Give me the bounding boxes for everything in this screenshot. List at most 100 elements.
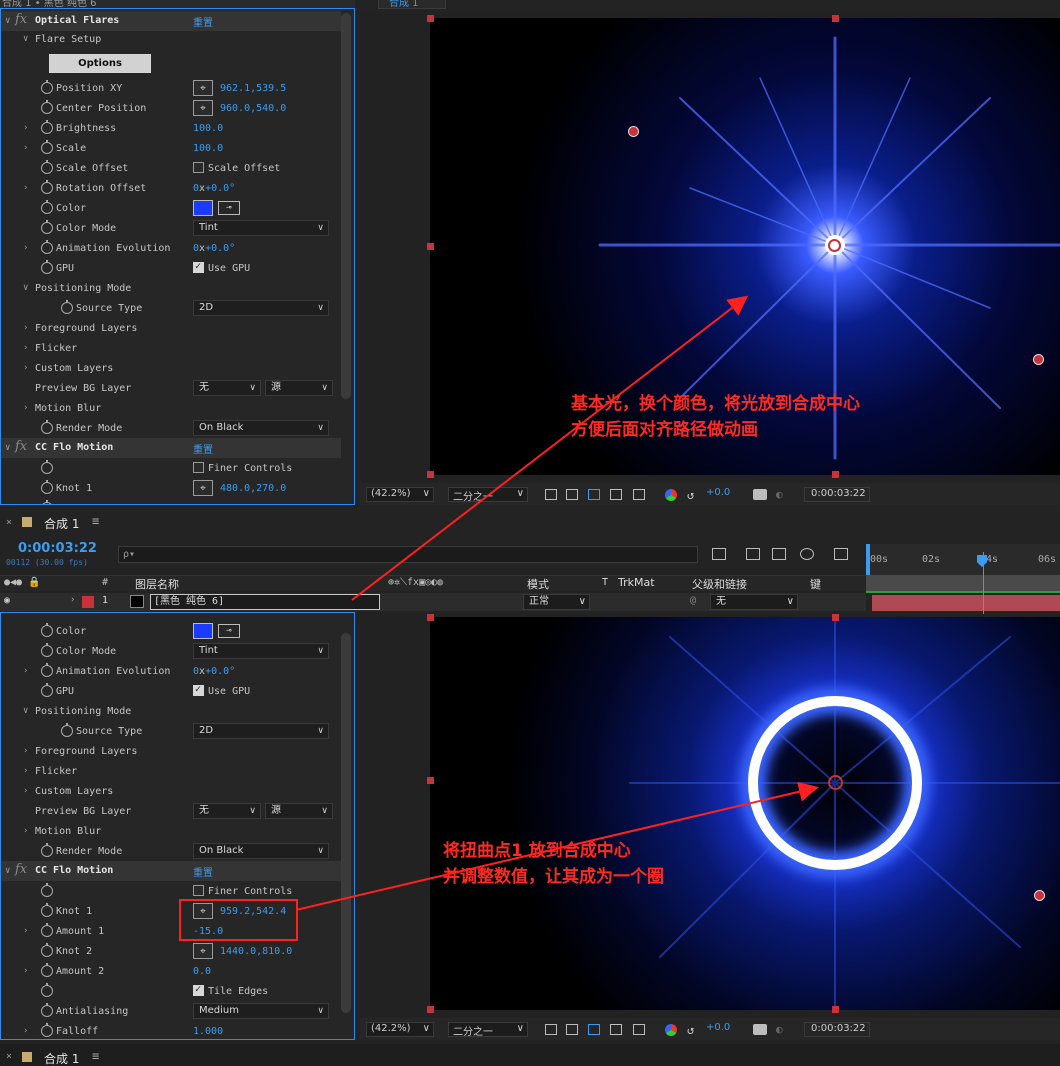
property-row-render-mode[interactable]: Render Mode On Black ∨ <box>1 418 341 438</box>
current-time-display[interactable]: 0:00:03:22 <box>804 487 870 502</box>
fx-icon[interactable]: fx <box>15 12 27 27</box>
chevron-down-icon[interactable]: ∨ <box>5 16 10 26</box>
property-row-gpu[interactable]: GPU Use GPU <box>1 681 341 701</box>
crosshair-icon[interactable]: ⌖ <box>193 100 213 116</box>
property-row-position-xy[interactable]: Position XY ⌖ 962.1,539.5 <box>1 78 341 98</box>
color-swatch[interactable] <box>193 200 213 216</box>
layer-handle[interactable] <box>832 614 839 621</box>
property-value[interactable]: 100.0 <box>193 123 223 134</box>
property-row-source-type[interactable]: Source Type 2D ∨ <box>1 721 341 741</box>
stopwatch-icon[interactable] <box>41 140 53 154</box>
playhead[interactable] <box>977 555 987 567</box>
crosshair-icon[interactable]: ⌖ <box>193 943 213 959</box>
menu-icon[interactable]: ≡ <box>92 1049 99 1063</box>
knot-crosshair-icon[interactable] <box>828 775 843 790</box>
col-layer-name[interactable]: 图层名称 <box>135 576 179 592</box>
property-value[interactable]: 0x+0.0° <box>193 183 235 194</box>
crosshair-icon[interactable]: ⌖ <box>193 480 213 496</box>
stopwatch-icon[interactable] <box>41 843 53 857</box>
channel-icon[interactable] <box>665 1024 677 1036</box>
stopwatch-icon[interactable] <box>41 220 53 234</box>
property-row-motion-blur[interactable]: › Motion Blur <box>1 398 341 418</box>
color-swatch[interactable] <box>193 623 213 639</box>
reset-link[interactable]: 重置 <box>193 864 213 879</box>
property-row-flicker[interactable]: › Flicker <box>1 338 341 358</box>
property-row-source-type[interactable]: Source Type 2D ∨ <box>1 298 341 318</box>
stopwatch-icon[interactable] <box>61 723 73 737</box>
chevron-right-icon[interactable]: › <box>23 143 31 153</box>
property-dropdown[interactable]: Tint ∨ <box>193 643 329 659</box>
eye-icon[interactable]: ◉ <box>4 595 10 606</box>
composition-canvas[interactable]: 将扭曲点1 放到合成中心 并调整数值，让其成为一个圈 <box>430 617 1060 1010</box>
chevron-down-icon[interactable]: ∨ <box>23 706 31 716</box>
shy-layers-icon[interactable] <box>772 548 786 560</box>
property-value[interactable]: 0.0 <box>193 966 211 977</box>
grid-icon[interactable] <box>545 1024 557 1035</box>
layer-handle[interactable] <box>832 15 839 22</box>
show-snapshot-icon[interactable]: ◐ <box>776 1023 783 1036</box>
stopwatch-icon[interactable] <box>41 1023 53 1037</box>
zoom-dropdown[interactable]: (42.2%) ∨ <box>366 1022 434 1037</box>
chevron-right-icon[interactable]: › <box>23 766 31 776</box>
stopwatch-icon[interactable] <box>41 480 53 494</box>
work-area-bar[interactable] <box>866 575 1060 591</box>
layer-handle[interactable] <box>427 243 434 250</box>
chevron-right-icon[interactable]: › <box>23 343 31 353</box>
property-dropdown[interactable]: Medium ∨ <box>193 1003 329 1019</box>
property-row-preview-bg-layer[interactable]: Preview BG Layer 无 ∨ 源 ∨ <box>1 801 341 821</box>
stopwatch-icon[interactable] <box>41 663 53 677</box>
chevron-down-icon[interactable]: ∨ <box>5 443 10 453</box>
region-icon[interactable] <box>610 1024 622 1035</box>
property-row-antialiasing[interactable]: Antialiasing Medium ∨ <box>1 1001 341 1021</box>
camera-snapshot-icon[interactable] <box>753 489 767 500</box>
stopwatch-icon[interactable] <box>41 180 53 194</box>
checkbox[interactable] <box>193 261 204 273</box>
mask-icon[interactable] <box>588 1024 600 1035</box>
property-row-foreground-layers[interactable]: › Foreground Layers <box>1 318 341 338</box>
checkbox[interactable] <box>193 984 204 996</box>
reset-link[interactable]: 重置 <box>193 14 213 29</box>
safe-area-icon[interactable] <box>633 489 645 500</box>
knot-marker-icon[interactable] <box>628 126 639 137</box>
property-row-motion-blur[interactable]: › Motion Blur <box>1 821 341 841</box>
show-snapshot-icon[interactable]: ◐ <box>776 488 783 501</box>
stopwatch-icon[interactable] <box>41 420 53 434</box>
effect-header-cc-flo-motion[interactable]: ∨ fx CC Flo Motion 重置 <box>1 438 341 458</box>
graph-editor-icon[interactable] <box>834 548 848 560</box>
chevron-right-icon[interactable]: › <box>23 666 31 676</box>
zoom-dropdown[interactable]: (42.2%) ∨ <box>366 487 434 502</box>
stopwatch-icon[interactable] <box>41 500 53 504</box>
blend-mode-dropdown[interactable]: 正常 ∨ <box>523 594 590 610</box>
property-row-scale[interactable]: › Scale 100.0 <box>1 138 341 158</box>
menu-icon[interactable]: ≡ <box>92 514 99 528</box>
flare-setup-group[interactable]: ∨ Flare Setup <box>1 29 341 49</box>
options-button[interactable]: Options <box>49 54 151 73</box>
close-icon[interactable]: × <box>6 1051 12 1062</box>
draft-3d-icon[interactable] <box>746 548 760 560</box>
exposure-value[interactable]: +0.0 <box>706 1022 730 1037</box>
current-time-display[interactable]: 0:00:03:22 <box>804 1022 870 1037</box>
fx-icon[interactable]: fx <box>15 439 27 454</box>
chevron-right-icon[interactable]: › <box>23 1026 31 1036</box>
chevron-right-icon[interactable]: › <box>23 403 31 413</box>
property-row-flicker[interactable]: › Flicker <box>1 761 341 781</box>
parent-dropdown[interactable]: 无 ∨ <box>710 594 798 610</box>
property-row-custom-layers[interactable]: › Custom Layers <box>1 781 341 801</box>
property-row-amount-2[interactable]: › Amount 2 0.0 <box>1 961 341 981</box>
stopwatch-icon[interactable] <box>41 460 53 474</box>
checkbox[interactable] <box>193 684 204 696</box>
exposure-reset-icon[interactable]: ↺ <box>687 488 694 502</box>
fx-icon[interactable]: fx <box>15 862 27 877</box>
safe-area-icon[interactable] <box>633 1024 645 1035</box>
effect-header-optical-flares[interactable]: fx ∨ Optical Flares 重置 <box>1 11 341 31</box>
property-dropdown[interactable]: 无 ∨ <box>193 380 261 396</box>
timeline-tab-label[interactable]: 合成 1 <box>44 515 79 532</box>
stopwatch-icon[interactable] <box>61 300 73 314</box>
property-row-color[interactable]: Color ⊸ <box>1 621 341 641</box>
stopwatch-icon[interactable] <box>41 80 53 94</box>
timeline-tab-label[interactable]: 合成 1 <box>44 1050 79 1066</box>
property-value[interactable]: 0x+0.0° <box>193 666 235 677</box>
stopwatch-icon[interactable] <box>41 883 53 897</box>
property-row-gpu[interactable]: GPU Use GPU <box>1 258 341 278</box>
close-icon[interactable]: × <box>6 517 12 528</box>
